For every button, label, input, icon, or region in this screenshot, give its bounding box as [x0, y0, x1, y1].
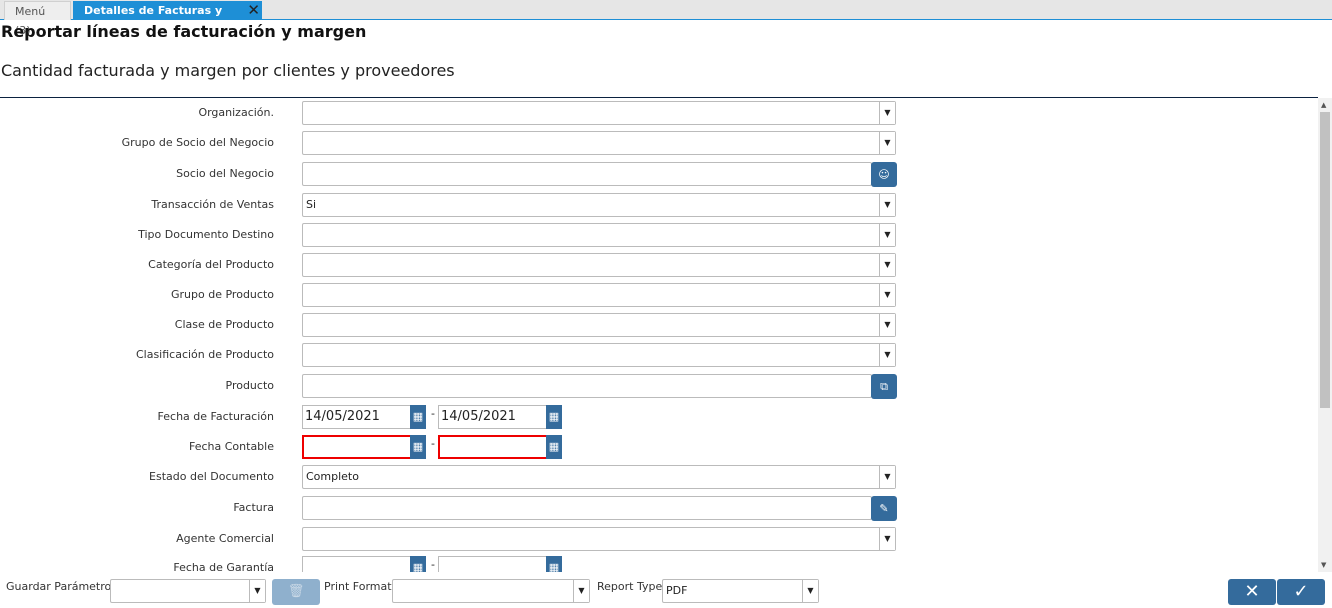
organizacion-label: Organización. — [198, 106, 274, 119]
chevron-down-icon[interactable]: ▼ — [802, 580, 818, 602]
date-range-separator: - — [431, 407, 435, 420]
close-icon[interactable]: ✕ — [247, 1, 260, 20]
report-type-select[interactable]: PDF ▼ — [662, 579, 819, 603]
tab-menu[interactable]: Menú (3) — [4, 1, 71, 37]
clase-de-producto-select[interactable]: ▼ — [302, 313, 896, 337]
footer-bar: Guardar Parámetro ▼ 🗑 Print Format ▼ Rep… — [0, 574, 1332, 608]
chevron-down-icon[interactable]: ▼ — [879, 194, 895, 216]
clase-de-producto-label: Clase de Producto — [174, 318, 274, 331]
save-parameter-select[interactable]: ▼ — [110, 579, 266, 603]
ok-button[interactable]: ✓ — [1277, 579, 1325, 605]
tab-invoice-details[interactable]: Detalles de Facturas y Margen ✕ — [73, 1, 262, 36]
product-icon: ⧉ — [880, 380, 888, 393]
chevron-down-icon[interactable]: ▼ — [879, 284, 895, 306]
fecha-de-facturacion-from-input[interactable]: 14/05/2021 — [302, 405, 426, 429]
tipo-documento-destino-select[interactable]: ▼ — [302, 223, 896, 247]
date-range-separator: - — [431, 437, 435, 450]
clasificacion-de-producto-select[interactable]: ▼ — [302, 343, 896, 367]
clasificacion-de-producto-label: Clasificación de Producto — [135, 348, 274, 361]
fecha-contable-label: Fecha Contable — [189, 440, 274, 453]
grupo-de-producto-label: Grupo de Producto — [171, 288, 274, 301]
chevron-down-icon[interactable]: ▼ — [879, 224, 895, 246]
fecha-de-facturacion-label: Fecha de Facturación — [157, 410, 274, 423]
chevron-down-icon[interactable]: ▼ — [879, 132, 895, 154]
delete-parameter-button[interactable]: 🗑 — [272, 579, 320, 605]
bpartner-icon: ☺ — [878, 168, 890, 181]
transaccion-de-ventas-select[interactable]: Si ▼ — [302, 193, 896, 217]
scroll-up-icon[interactable]: ▲ — [1321, 101, 1326, 109]
fecha-de-garantia-to-input[interactable] — [438, 556, 562, 572]
categoria-del-producto-select[interactable]: ▼ — [302, 253, 896, 277]
fecha-de-facturacion-from-value: 14/05/2021 — [305, 409, 380, 424]
cancel-button[interactable]: ✕ — [1228, 579, 1276, 605]
producto-search-button[interactable]: ⧉ — [871, 374, 897, 399]
scroll-thumb[interactable] — [1320, 112, 1330, 408]
save-parameter-label: Guardar Parámetro — [6, 580, 112, 593]
report-type-value: PDF — [666, 584, 688, 597]
producto-input[interactable] — [302, 374, 872, 398]
estado-del-documento-select[interactable]: Completo ▼ — [302, 465, 896, 489]
socio-del-negocio-input[interactable] — [302, 162, 872, 186]
producto-label: Producto — [225, 379, 275, 392]
transaccion-de-ventas-label: Transacción de Ventas — [151, 198, 274, 211]
calendar-icon[interactable]: ▦ — [410, 405, 426, 429]
tab-bar: Menú (3) Detalles de Facturas y Margen ✕ — [0, 0, 1332, 37]
chevron-down-icon[interactable]: ▼ — [879, 466, 895, 488]
report-type-label: Report Type — [597, 580, 663, 593]
scrollbar[interactable]: ▲ ▼ — [1318, 98, 1332, 572]
tipo-documento-destino-label: Tipo Documento Destino — [138, 228, 274, 241]
scroll-down-icon[interactable]: ▼ — [1321, 561, 1326, 569]
calendar-icon[interactable]: ▦ — [410, 435, 426, 459]
factura-label: Factura — [233, 501, 274, 514]
page-subtitle: Cantidad facturada y margen por clientes… — [1, 61, 455, 80]
transaccion-de-ventas-value: Si — [306, 198, 317, 211]
close-icon: ✕ — [1244, 581, 1260, 602]
chevron-down-icon[interactable]: ▼ — [879, 102, 895, 124]
invoice-icon: ✎ — [879, 502, 889, 515]
calendar-icon[interactable]: ▦ — [546, 435, 562, 459]
print-format-label: Print Format — [324, 580, 392, 593]
grupo-de-socio-del-negocio-label: Grupo de Socio del Negocio — [121, 136, 274, 149]
date-range-separator: - — [431, 558, 435, 571]
fecha-contable-from-input[interactable] — [302, 435, 426, 459]
grupo-de-producto-select[interactable]: ▼ — [302, 283, 896, 307]
estado-del-documento-label: Estado del Documento — [149, 470, 274, 483]
fecha-de-facturacion-to-value: 14/05/2021 — [441, 409, 516, 424]
parameter-form: Organización. ▼ Grupo de Socio del Negocio… — [0, 98, 1316, 572]
calendar-icon[interactable]: ▦ — [546, 556, 562, 572]
fecha-contable-to-input[interactable] — [438, 435, 562, 459]
factura-search-button[interactable]: ✎ — [871, 496, 897, 521]
socio-del-negocio-search-button[interactable]: ☺ — [871, 162, 897, 187]
grupo-de-socio-del-negocio-select[interactable]: ▼ — [302, 131, 896, 155]
socio-del-negocio-label: Socio del Negocio — [176, 167, 274, 180]
fecha-de-facturacion-to-input[interactable]: 14/05/2021 — [438, 405, 562, 429]
page-title: Reportar líneas de facturación y margen — [1, 22, 367, 41]
chevron-down-icon[interactable]: ▼ — [879, 254, 895, 276]
chevron-down-icon[interactable]: ▼ — [573, 580, 589, 602]
chevron-down-icon[interactable]: ▼ — [879, 314, 895, 336]
agente-comercial-label: Agente Comercial — [176, 532, 274, 545]
check-icon: ✓ — [1293, 581, 1309, 602]
agente-comercial-select[interactable]: ▼ — [302, 527, 896, 551]
calendar-icon[interactable]: ▦ — [546, 405, 562, 429]
fecha-de-garantia-from-input[interactable] — [302, 556, 426, 572]
chevron-down-icon[interactable]: ▼ — [249, 580, 265, 602]
print-format-select[interactable]: ▼ — [392, 579, 590, 603]
organizacion-select[interactable]: ▼ — [302, 101, 896, 125]
fecha-de-garantia-label: Fecha de Garantía — [173, 561, 274, 572]
trash-icon: 🗑 — [287, 584, 305, 599]
factura-input[interactable] — [302, 496, 872, 520]
chevron-down-icon[interactable]: ▼ — [879, 528, 895, 550]
chevron-down-icon[interactable]: ▼ — [879, 344, 895, 366]
categoria-del-producto-label: Categoría del Producto — [148, 258, 274, 271]
estado-del-documento-value: Completo — [306, 470, 359, 483]
calendar-icon[interactable]: ▦ — [410, 556, 426, 572]
